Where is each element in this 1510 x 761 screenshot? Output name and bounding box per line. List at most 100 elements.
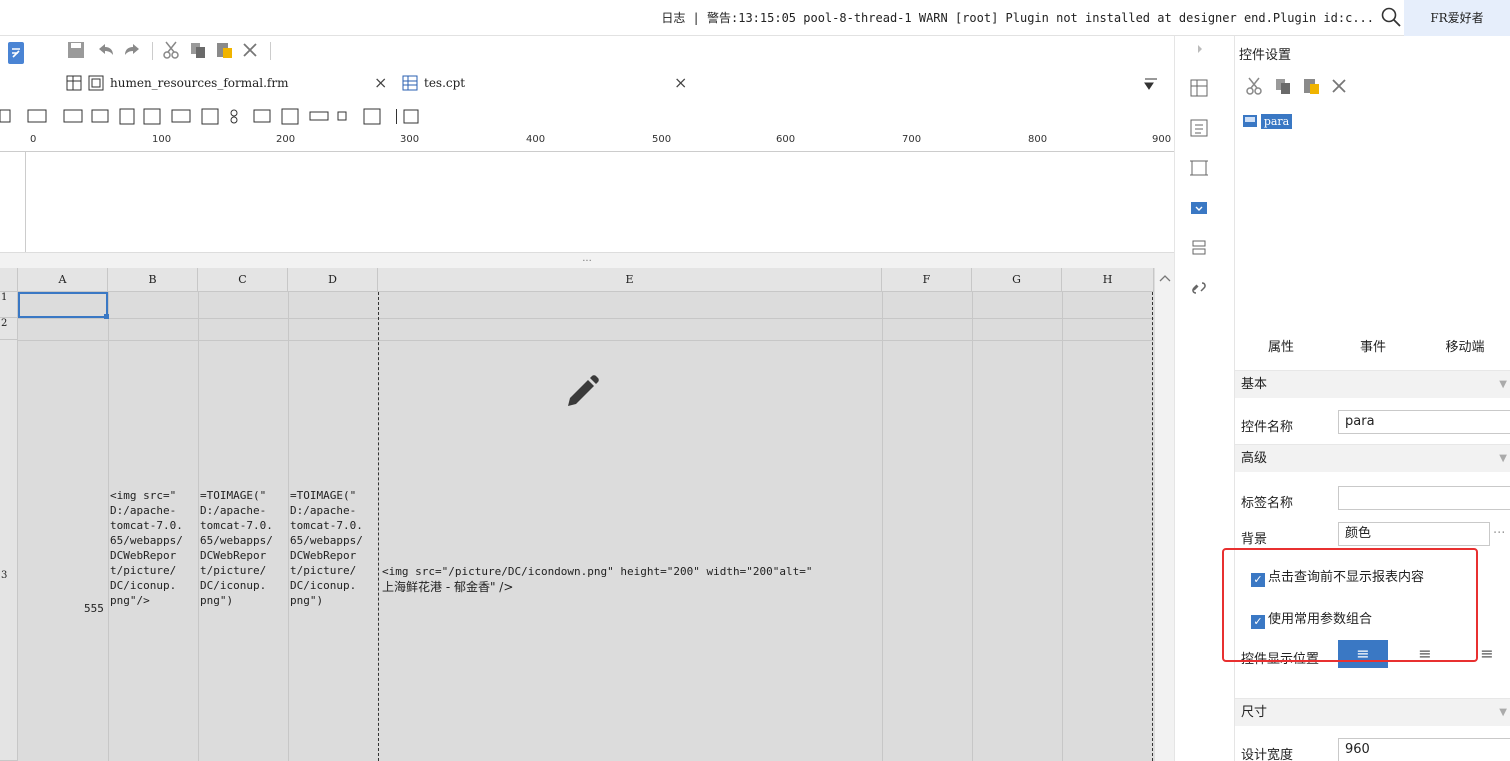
frm-file-icon [88,75,104,91]
save-icon[interactable] [66,40,86,60]
undo-icon[interactable] [96,40,116,60]
link-icon[interactable] [1189,278,1209,298]
section-title: 基本 [1241,377,1268,392]
corner-header[interactable] [0,268,18,292]
ruler-tick: 400 [526,134,546,145]
row-header[interactable]: 1 [0,292,18,318]
background-input[interactable]: 颜色 [1338,522,1490,546]
background-label: 背景 [1241,532,1268,547]
widget-settings-icon[interactable] [1189,198,1209,218]
grid-line [18,340,1154,341]
parameter-pane-icon [1243,115,1257,127]
widget-name-input[interactable]: para [1338,410,1510,434]
cell-b3[interactable]: <img src=" D:/apache- tomcat-7.0. 65/web… [110,488,183,608]
cell-a3[interactable]: 555 [84,601,104,616]
tab-mobile[interactable]: 移动端 [1419,336,1510,360]
section-title: 尺寸 [1241,705,1268,720]
toolbar-divider [152,42,153,60]
cut-icon[interactable] [1245,76,1265,96]
panel-splitter[interactable]: ... [0,252,1174,268]
user-account[interactable]: FR爱好者 [1404,0,1510,36]
paste-icon[interactable] [214,40,234,60]
tag-name-input[interactable] [1338,486,1510,510]
tab-properties[interactable]: 属性 [1235,336,1327,360]
cell-element-icon[interactable] [1189,118,1209,138]
chevron-down-icon[interactable]: ▼ [1499,699,1507,727]
vertical-scrollbar[interactable] [1154,268,1174,761]
row-header[interactable]: 2 [0,318,18,340]
top-bar: 日志 | 警告:13:15:05 pool-8-thread-1 WARN [r… [0,0,1510,36]
background-more-button[interactable]: ··· [1493,526,1505,541]
column-header[interactable]: F [882,268,972,292]
design-width-input[interactable]: 960 [1338,738,1510,761]
section-basic[interactable]: 基本 ▼ [1235,370,1510,398]
delete-icon[interactable] [240,40,260,60]
design-width-label: 设计宽度 [1241,748,1294,761]
grid-line [1062,292,1063,761]
condition-attribute-icon[interactable] [1189,238,1209,258]
redo-icon[interactable] [122,40,142,60]
cell-e3-line1[interactable]: <img src="/picture/DC/icondown.png" heig… [382,564,812,579]
cut-icon[interactable] [162,40,182,60]
column-header[interactable]: H [1062,268,1154,292]
panel-toolbar [1241,74,1501,100]
report-grid[interactable]: A B C D E F G H 1 2 3 555 <img src=" D:/… [0,268,1174,761]
column-header[interactable]: C [198,268,288,292]
widget-name-label: 控件名称 [1241,420,1294,435]
designer-icon[interactable] [8,42,24,64]
selected-cell-a1[interactable] [18,292,108,318]
section-title: 高级 [1241,451,1268,466]
tab-humen-resources[interactable]: humen_resources_formal.frm × [64,68,394,98]
section-size[interactable]: 尺寸 ▼ [1235,698,1510,726]
chevron-right-icon[interactable] [1195,44,1205,54]
grid-line [972,292,973,761]
close-icon[interactable]: × [374,68,387,98]
tab-tes-cpt[interactable]: tes.cpt × [398,68,698,98]
tab-label: tes.cpt [424,76,466,90]
log-message[interactable]: 日志 | 警告:13:15:05 pool-8-thread-1 WARN [r… [661,9,1374,26]
ruler-tick: 700 [902,134,922,145]
chevron-up-icon[interactable] [1159,274,1171,282]
cell-area[interactable] [18,292,1154,761]
row-header[interactable]: 3 [0,340,18,761]
tree-item-para[interactable]: para [1260,114,1293,129]
copy-icon[interactable] [1273,76,1293,96]
main-toolbar [64,36,1174,66]
ruler-tick: 500 [652,134,672,145]
tag-name-label: 标签名称 [1241,496,1294,511]
cell-d3[interactable]: =TOIMAGE(" D:/apache- tomcat-7.0. 65/web… [290,488,363,608]
cell-attribute-icon[interactable] [1189,78,1209,98]
ruler-tick: 200 [276,134,296,145]
chevron-down-icon[interactable]: ▼ [1499,371,1507,399]
cell-c3[interactable]: =TOIMAGE(" D:/apache- tomcat-7.0. 65/web… [200,488,273,608]
tab-menu-icon[interactable] [1144,78,1158,90]
parameter-design-area[interactable] [26,152,1174,252]
section-advanced[interactable]: 高级 ▼ [1235,444,1510,472]
ruler-tick: 100 [152,134,172,145]
page-break-line [1152,292,1153,761]
grid-line [288,292,289,761]
column-header[interactable]: D [288,268,378,292]
copy-icon[interactable] [188,40,208,60]
column-header[interactable]: G [972,268,1062,292]
widget-frame-icon[interactable] [1189,158,1209,178]
ruler-tick: 0 [30,134,37,145]
vertical-ruler [0,152,26,268]
pencil-icon [568,375,599,406]
close-icon[interactable]: × [674,68,687,98]
chevron-down-icon[interactable]: ▼ [1499,445,1507,473]
tab-events[interactable]: 事件 [1327,336,1419,360]
column-header[interactable]: A [18,268,108,292]
column-header[interactable]: B [108,268,198,292]
fill-handle[interactable] [104,314,109,319]
page-break-line [378,292,379,761]
widget-palette[interactable] [0,108,1110,126]
grid-line [198,292,199,761]
search-icon[interactable] [1380,6,1402,28]
cell-e3-line2[interactable]: 上海鲜花港 - 郁金香" /> [382,580,513,595]
horizontal-ruler: 0 100 200 300 400 500 600 700 800 900 [0,132,1174,152]
paste-icon[interactable] [1301,76,1321,96]
delete-icon[interactable] [1329,76,1349,96]
toolbar-divider [270,42,271,60]
column-header[interactable]: E [378,268,882,292]
